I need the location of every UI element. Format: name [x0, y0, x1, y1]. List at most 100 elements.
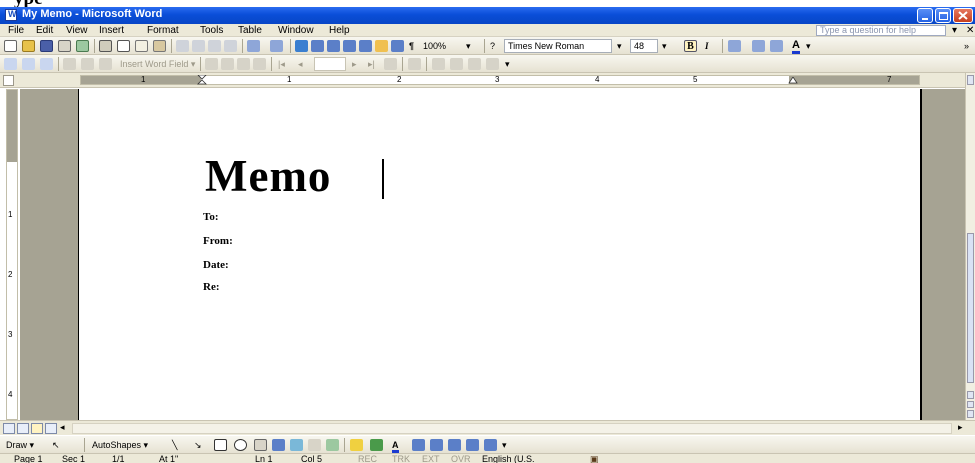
- line-style-icon[interactable]: [412, 439, 425, 451]
- insert-address-block-icon[interactable]: [63, 58, 76, 70]
- insert-word-field-button[interactable]: Insert Word Field ▾: [120, 59, 195, 70]
- numbering-icon[interactable]: [752, 40, 765, 52]
- horizontal-scroll-track[interactable]: [72, 423, 952, 434]
- menu-file[interactable]: File: [8, 25, 24, 36]
- bold-icon[interactable]: B: [684, 40, 697, 52]
- format-painter-icon[interactable]: [224, 40, 237, 52]
- previous-page-icon[interactable]: [967, 391, 974, 399]
- merge-to-email-icon[interactable]: [468, 58, 481, 70]
- research-icon[interactable]: [153, 40, 166, 52]
- match-fields-icon[interactable]: [237, 58, 250, 70]
- menu-table[interactable]: Table: [238, 25, 262, 36]
- permission-icon[interactable]: [58, 40, 71, 52]
- outline-view-icon[interactable]: [45, 423, 57, 434]
- shadow-style-icon[interactable]: [466, 439, 479, 451]
- arrow-style-icon[interactable]: [448, 439, 461, 451]
- document-page[interactable]: Memo To: From: Date: Re:: [78, 89, 922, 420]
- field-re[interactable]: Re:: [203, 281, 220, 293]
- print-icon[interactable]: [99, 40, 112, 52]
- view-merged-data-icon[interactable]: [205, 58, 218, 70]
- menu-window[interactable]: Window: [278, 25, 314, 36]
- zoom-value[interactable]: 100%: [423, 41, 446, 51]
- align-center-icon[interactable]: [728, 40, 741, 52]
- status-ovr[interactable]: OVR: [451, 454, 471, 463]
- help-search-input[interactable]: Type a question for help: [816, 25, 946, 36]
- field-from[interactable]: From:: [203, 235, 233, 247]
- fill-color-icon[interactable]: [350, 439, 363, 451]
- show-hide-icon[interactable]: ¶: [409, 41, 414, 51]
- vertical-ruler[interactable]: 1 2 3 4: [6, 89, 18, 420]
- menu-help[interactable]: Help: [329, 25, 350, 36]
- propagate-labels-icon[interactable]: [253, 58, 266, 70]
- columns-icon[interactable]: [359, 40, 372, 52]
- web-layout-view-icon[interactable]: [17, 423, 29, 434]
- scroll-up-icon[interactable]: [967, 75, 974, 85]
- maximize-button[interactable]: [935, 8, 951, 23]
- find-entry-icon[interactable]: [384, 58, 397, 70]
- horizontal-ruler[interactable]: 1 1 2 3 4 5 7: [80, 75, 920, 85]
- italic-icon[interactable]: I: [705, 41, 709, 51]
- scroll-right-icon[interactable]: ▸: [958, 422, 963, 433]
- menu-tools[interactable]: Tools: [200, 25, 223, 36]
- mail-merge-recipients-icon[interactable]: [40, 58, 53, 70]
- close-button[interactable]: [953, 8, 973, 23]
- minimize-button[interactable]: [917, 8, 933, 23]
- toolbar-options-icon[interactable]: »: [964, 41, 969, 51]
- open-data-source-icon[interactable]: [22, 58, 35, 70]
- font-size-select[interactable]: 48: [630, 39, 658, 53]
- field-to[interactable]: To:: [203, 211, 219, 223]
- next-record-icon[interactable]: ▸: [352, 59, 357, 70]
- line-color-icon[interactable]: [370, 439, 383, 451]
- scroll-left-icon[interactable]: ◂: [60, 422, 65, 433]
- help-icon[interactable]: ?: [490, 41, 495, 51]
- font-color-dropdown-icon[interactable]: ▾: [806, 41, 811, 52]
- word-app-icon[interactable]: [5, 9, 17, 21]
- indent-marker-icon[interactable]: [197, 75, 207, 86]
- main-document-setup-icon[interactable]: [4, 58, 17, 70]
- drawing-toolbar-dropdown-icon[interactable]: ▾: [502, 440, 507, 451]
- memo-heading[interactable]: Memo: [205, 146, 331, 206]
- font-name-dropdown-icon[interactable]: ▾: [617, 41, 622, 52]
- menu-edit[interactable]: Edit: [36, 25, 53, 36]
- rectangle-icon[interactable]: [214, 439, 227, 451]
- menu-format[interactable]: Format: [147, 25, 179, 36]
- help-dropdown-arrow-icon[interactable]: ▾: [952, 25, 957, 36]
- status-rec[interactable]: REC: [358, 454, 377, 463]
- menu-view[interactable]: View: [66, 25, 88, 36]
- mail-merge-toolbar-dropdown-icon[interactable]: ▾: [505, 59, 510, 70]
- insert-hyperlink-icon[interactable]: [295, 40, 308, 52]
- open-icon[interactable]: [22, 40, 35, 52]
- insert-greeting-line-icon[interactable]: [81, 58, 94, 70]
- bullets-icon[interactable]: [770, 40, 783, 52]
- previous-record-icon[interactable]: ◂: [298, 59, 303, 70]
- clip-art-icon[interactable]: [308, 439, 321, 451]
- drawing-icon[interactable]: [375, 40, 388, 52]
- insert-merge-fields-icon[interactable]: [99, 58, 112, 70]
- line-icon[interactable]: ╲: [172, 440, 177, 451]
- zoom-dropdown-icon[interactable]: ▾: [466, 41, 471, 52]
- paste-icon[interactable]: [208, 40, 221, 52]
- normal-view-icon[interactable]: [3, 423, 15, 434]
- close-document-icon[interactable]: ✕: [966, 25, 974, 36]
- select-objects-icon[interactable]: ↖: [52, 440, 60, 451]
- tables-borders-icon[interactable]: [311, 40, 324, 52]
- 3d-style-icon[interactable]: [484, 439, 497, 451]
- last-record-icon[interactable]: ▸|: [368, 59, 375, 70]
- spelling-icon[interactable]: [135, 40, 148, 52]
- status-trk[interactable]: TRK: [392, 454, 410, 463]
- go-to-record-input[interactable]: [314, 57, 346, 71]
- oval-icon[interactable]: [234, 439, 247, 451]
- save-icon[interactable]: [40, 40, 53, 52]
- wordart-icon[interactable]: [272, 439, 285, 451]
- merge-to-new-document-icon[interactable]: [432, 58, 445, 70]
- dash-style-icon[interactable]: [430, 439, 443, 451]
- document-map-icon[interactable]: [391, 40, 404, 52]
- cut-icon[interactable]: [176, 40, 189, 52]
- font-size-dropdown-icon[interactable]: ▾: [662, 41, 667, 52]
- next-page-icon[interactable]: [967, 410, 974, 418]
- check-for-errors-icon[interactable]: [408, 58, 421, 70]
- right-indent-marker-icon[interactable]: [788, 77, 798, 85]
- first-record-icon[interactable]: |◂: [278, 59, 285, 70]
- text-box-icon[interactable]: [254, 439, 267, 451]
- undo-icon[interactable]: [247, 40, 260, 52]
